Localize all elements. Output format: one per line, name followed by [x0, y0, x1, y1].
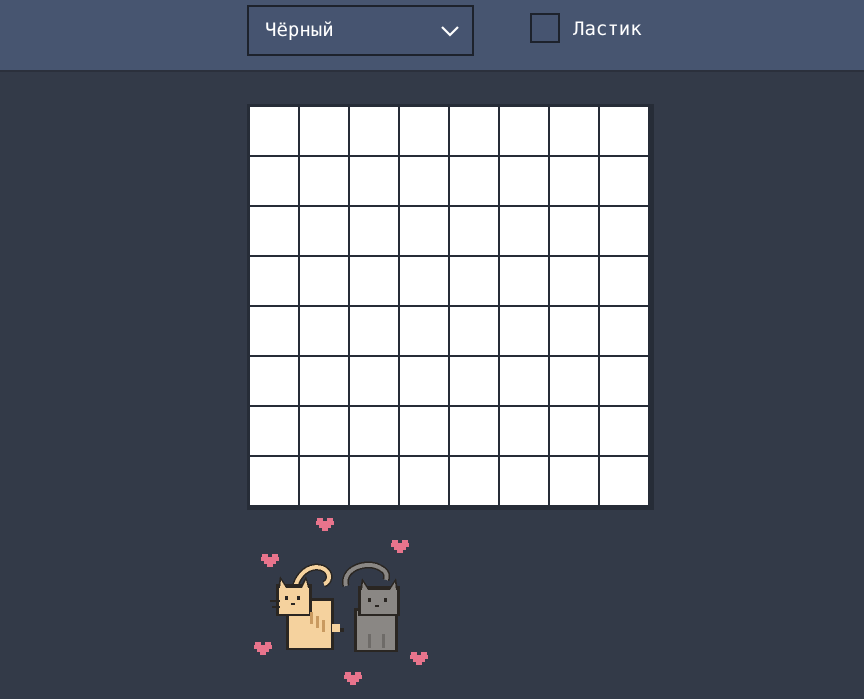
pixel-cell[interactable]: [500, 257, 548, 305]
pixel-cell[interactable]: [300, 457, 348, 505]
pixel-cell[interactable]: [250, 107, 298, 155]
chevron-down-icon: [441, 26, 459, 37]
pixel-cell[interactable]: [250, 407, 298, 455]
pixel-cell[interactable]: [300, 107, 348, 155]
pixel-cell[interactable]: [300, 257, 348, 305]
pixel-cell[interactable]: [400, 107, 448, 155]
pixel-cell[interactable]: [550, 457, 598, 505]
pixel-cell[interactable]: [500, 357, 548, 405]
pixel-cell[interactable]: [300, 357, 348, 405]
pixel-cell[interactable]: [550, 157, 598, 205]
pixel-cell[interactable]: [400, 207, 448, 255]
pixel-cell[interactable]: [450, 207, 498, 255]
pixel-cell[interactable]: [500, 307, 548, 355]
pixel-cell[interactable]: [550, 107, 598, 155]
pixel-cell[interactable]: [450, 157, 498, 205]
pixel-cell[interactable]: [600, 407, 648, 455]
pixel-cell[interactable]: [600, 457, 648, 505]
pixel-cell[interactable]: [300, 307, 348, 355]
pixel-cell[interactable]: [350, 257, 398, 305]
pixel-cell[interactable]: [500, 157, 548, 205]
pixel-cell[interactable]: [250, 157, 298, 205]
pixel-cell[interactable]: [350, 307, 398, 355]
pixel-cell[interactable]: [500, 107, 548, 155]
pixel-cell[interactable]: [550, 207, 598, 255]
pixel-cell[interactable]: [250, 357, 298, 405]
pixel-cell[interactable]: [400, 457, 448, 505]
pixel-cell[interactable]: [250, 307, 298, 355]
pixel-cell[interactable]: [350, 407, 398, 455]
cats-with-hearts-icon: [254, 518, 428, 685]
pixel-cell[interactable]: [350, 207, 398, 255]
pixel-cell[interactable]: [450, 257, 498, 305]
pixel-cell[interactable]: [400, 157, 448, 205]
toolbar: Чёрный Ластик: [0, 0, 864, 72]
pixel-cell[interactable]: [600, 307, 648, 355]
pixel-cell[interactable]: [600, 357, 648, 405]
color-select-value: Чёрный: [265, 19, 334, 41]
pixel-cell[interactable]: [500, 407, 548, 455]
eraser-label[interactable]: Ластик: [573, 13, 642, 45]
pixel-cell[interactable]: [550, 257, 598, 305]
pixel-cell[interactable]: [450, 307, 498, 355]
pixel-cell[interactable]: [500, 457, 548, 505]
pixel-cell[interactable]: [550, 357, 598, 405]
pixel-cell[interactable]: [250, 457, 298, 505]
pixel-cell[interactable]: [500, 207, 548, 255]
pixel-cell[interactable]: [450, 457, 498, 505]
pixel-grid: [250, 107, 654, 505]
pixel-cell[interactable]: [250, 257, 298, 305]
pixel-cell[interactable]: [450, 107, 498, 155]
pixel-cell[interactable]: [350, 457, 398, 505]
pixel-canvas: [247, 104, 654, 510]
pixel-cell[interactable]: [550, 307, 598, 355]
pixel-cell[interactable]: [250, 207, 298, 255]
pixel-cell[interactable]: [350, 107, 398, 155]
pixel-cell[interactable]: [600, 257, 648, 305]
pixel-cell[interactable]: [550, 407, 598, 455]
pixel-cell[interactable]: [300, 207, 348, 255]
eraser-checkbox[interactable]: [530, 13, 560, 43]
pixel-cell[interactable]: [400, 357, 448, 405]
pixel-cell[interactable]: [350, 357, 398, 405]
pixel-cell[interactable]: [400, 407, 448, 455]
pixel-cell[interactable]: [600, 107, 648, 155]
pixel-cell[interactable]: [300, 157, 348, 205]
pixel-cell[interactable]: [300, 407, 348, 455]
pixel-cell[interactable]: [600, 157, 648, 205]
pixel-cell[interactable]: [350, 157, 398, 205]
pixel-cell[interactable]: [400, 307, 448, 355]
pixel-cell[interactable]: [600, 207, 648, 255]
pixel-cell[interactable]: [450, 357, 498, 405]
color-select[interactable]: Чёрный: [247, 5, 474, 56]
pixel-cell[interactable]: [450, 407, 498, 455]
pixel-cell[interactable]: [400, 257, 448, 305]
